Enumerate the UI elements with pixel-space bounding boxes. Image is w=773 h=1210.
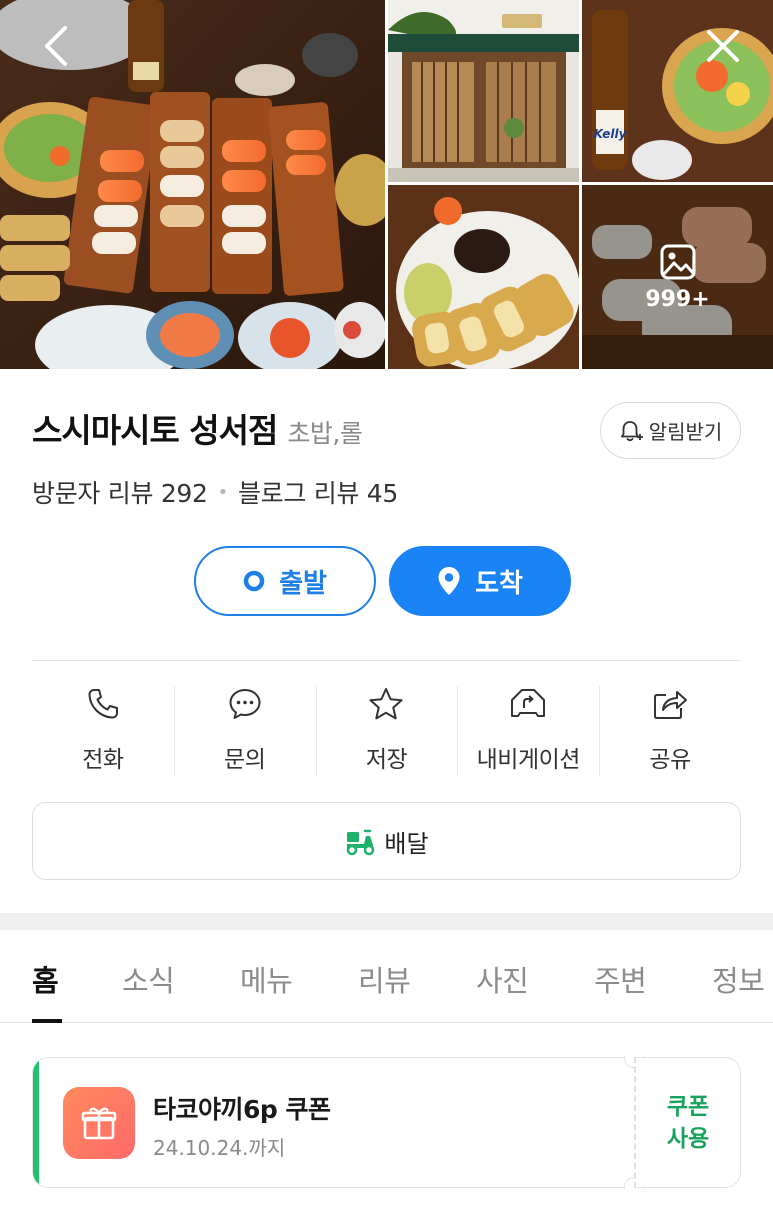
- visitor-review-count: 292: [160, 479, 208, 508]
- share-button[interactable]: 공유: [599, 684, 741, 778]
- blog-review-label: 블로그 리뷰: [237, 479, 360, 508]
- action-label: 내비게이션: [476, 747, 581, 773]
- photo-main-sushi-platter[interactable]: [0, 0, 385, 369]
- photo-count: 999+: [645, 286, 710, 312]
- delivery-button[interactable]: 배달: [32, 802, 741, 880]
- use-coupon-button[interactable]: 쿠폰 사용: [634, 1057, 741, 1188]
- tab-home[interactable]: 홈: [32, 958, 59, 1000]
- delivery-scooter-icon: [347, 829, 375, 856]
- separator-dot: •: [217, 481, 229, 503]
- origin-dot-icon: [243, 570, 265, 592]
- blog-review-link[interactable]: 블로그 리뷰 45: [238, 474, 398, 510]
- notify-label: 알림받기: [648, 420, 723, 444]
- tab-nearby[interactable]: 주변: [594, 958, 647, 1000]
- delivery-label: 배달: [384, 829, 429, 858]
- photo-storefront[interactable]: [388, 0, 579, 182]
- review-summary: 방문자 리뷰 292 • 블로그 리뷰 45: [32, 474, 398, 510]
- coupon-title: 타코야끼6p 쿠폰: [153, 1095, 331, 1124]
- place-name: 스시마시토 성서점: [32, 411, 278, 450]
- depart-button[interactable]: 출발: [194, 546, 376, 616]
- notify-button[interactable]: 알림받기: [600, 402, 741, 459]
- arrive-button[interactable]: 도착: [389, 546, 571, 616]
- tab-info[interactable]: 정보: [712, 958, 765, 1000]
- action-label: 저장: [365, 747, 408, 773]
- tab-news[interactable]: 소식: [122, 958, 175, 1000]
- chevron-left-icon: [45, 26, 67, 66]
- action-bar: 전화 문의 저장 내비게이션 공유: [32, 684, 741, 778]
- active-tab-indicator: [32, 1019, 62, 1023]
- navigation-icon: [508, 684, 548, 724]
- photo-gallery: Kelly 999+: [0, 0, 773, 369]
- use-coupon-label-1: 쿠폰: [666, 1093, 710, 1120]
- action-label: 문의: [224, 747, 266, 773]
- bell-plus-icon: [620, 420, 643, 441]
- navigation-button[interactable]: 내비게이션: [457, 684, 599, 778]
- coupon-body[interactable]: 타코야끼6p 쿠폰 24.10.24.까지: [32, 1057, 632, 1188]
- section-separator: [0, 913, 773, 930]
- close-icon: [707, 30, 739, 62]
- coupon-card: 타코야끼6p 쿠폰 24.10.24.까지 쿠폰 사용: [32, 1056, 741, 1189]
- chat-icon: [227, 684, 263, 724]
- place-title-row: 스시마시토 성서점 초밥,롤: [32, 404, 363, 452]
- tab-bar: 홈 소식 메뉴 리뷰 사진 주변 정보: [0, 930, 773, 1023]
- more-photos-overlay[interactable]: 999+: [582, 185, 773, 369]
- visitor-review-label: 방문자 리뷰: [32, 479, 154, 508]
- star-icon: [367, 684, 405, 724]
- photo-katsu-plate[interactable]: [388, 185, 579, 369]
- gift-icon: [63, 1087, 135, 1159]
- place-category: 초밥,롤: [287, 419, 363, 448]
- close-button[interactable]: [695, 18, 751, 74]
- inquiry-button[interactable]: 문의: [173, 684, 316, 778]
- photo-more[interactable]: 999+: [582, 185, 773, 369]
- tab-photos[interactable]: 사진: [476, 958, 529, 1000]
- coupon-expiry: 24.10.24.까지: [153, 1136, 286, 1160]
- arrive-label: 도착: [475, 568, 523, 599]
- action-label: 공유: [649, 747, 691, 773]
- visitor-review-link[interactable]: 방문자 리뷰 292: [32, 474, 208, 510]
- share-icon: [651, 684, 689, 724]
- photo-beer-salad[interactable]: Kelly: [582, 0, 773, 182]
- depart-label: 출발: [279, 568, 327, 599]
- divider: [32, 660, 741, 661]
- action-label: 전화: [82, 747, 124, 773]
- tab-menu[interactable]: 메뉴: [240, 958, 293, 1000]
- tab-reviews[interactable]: 리뷰: [358, 958, 411, 1000]
- blog-review-count: 45: [366, 479, 399, 508]
- location-pin-icon: [437, 566, 461, 596]
- beer-label: Kelly: [594, 127, 628, 141]
- call-button[interactable]: 전화: [32, 684, 174, 778]
- image-icon: [660, 244, 695, 279]
- phone-icon: [85, 684, 121, 724]
- save-button[interactable]: 저장: [315, 684, 458, 778]
- use-coupon-label-2: 사용: [666, 1125, 710, 1152]
- back-button[interactable]: [28, 18, 84, 74]
